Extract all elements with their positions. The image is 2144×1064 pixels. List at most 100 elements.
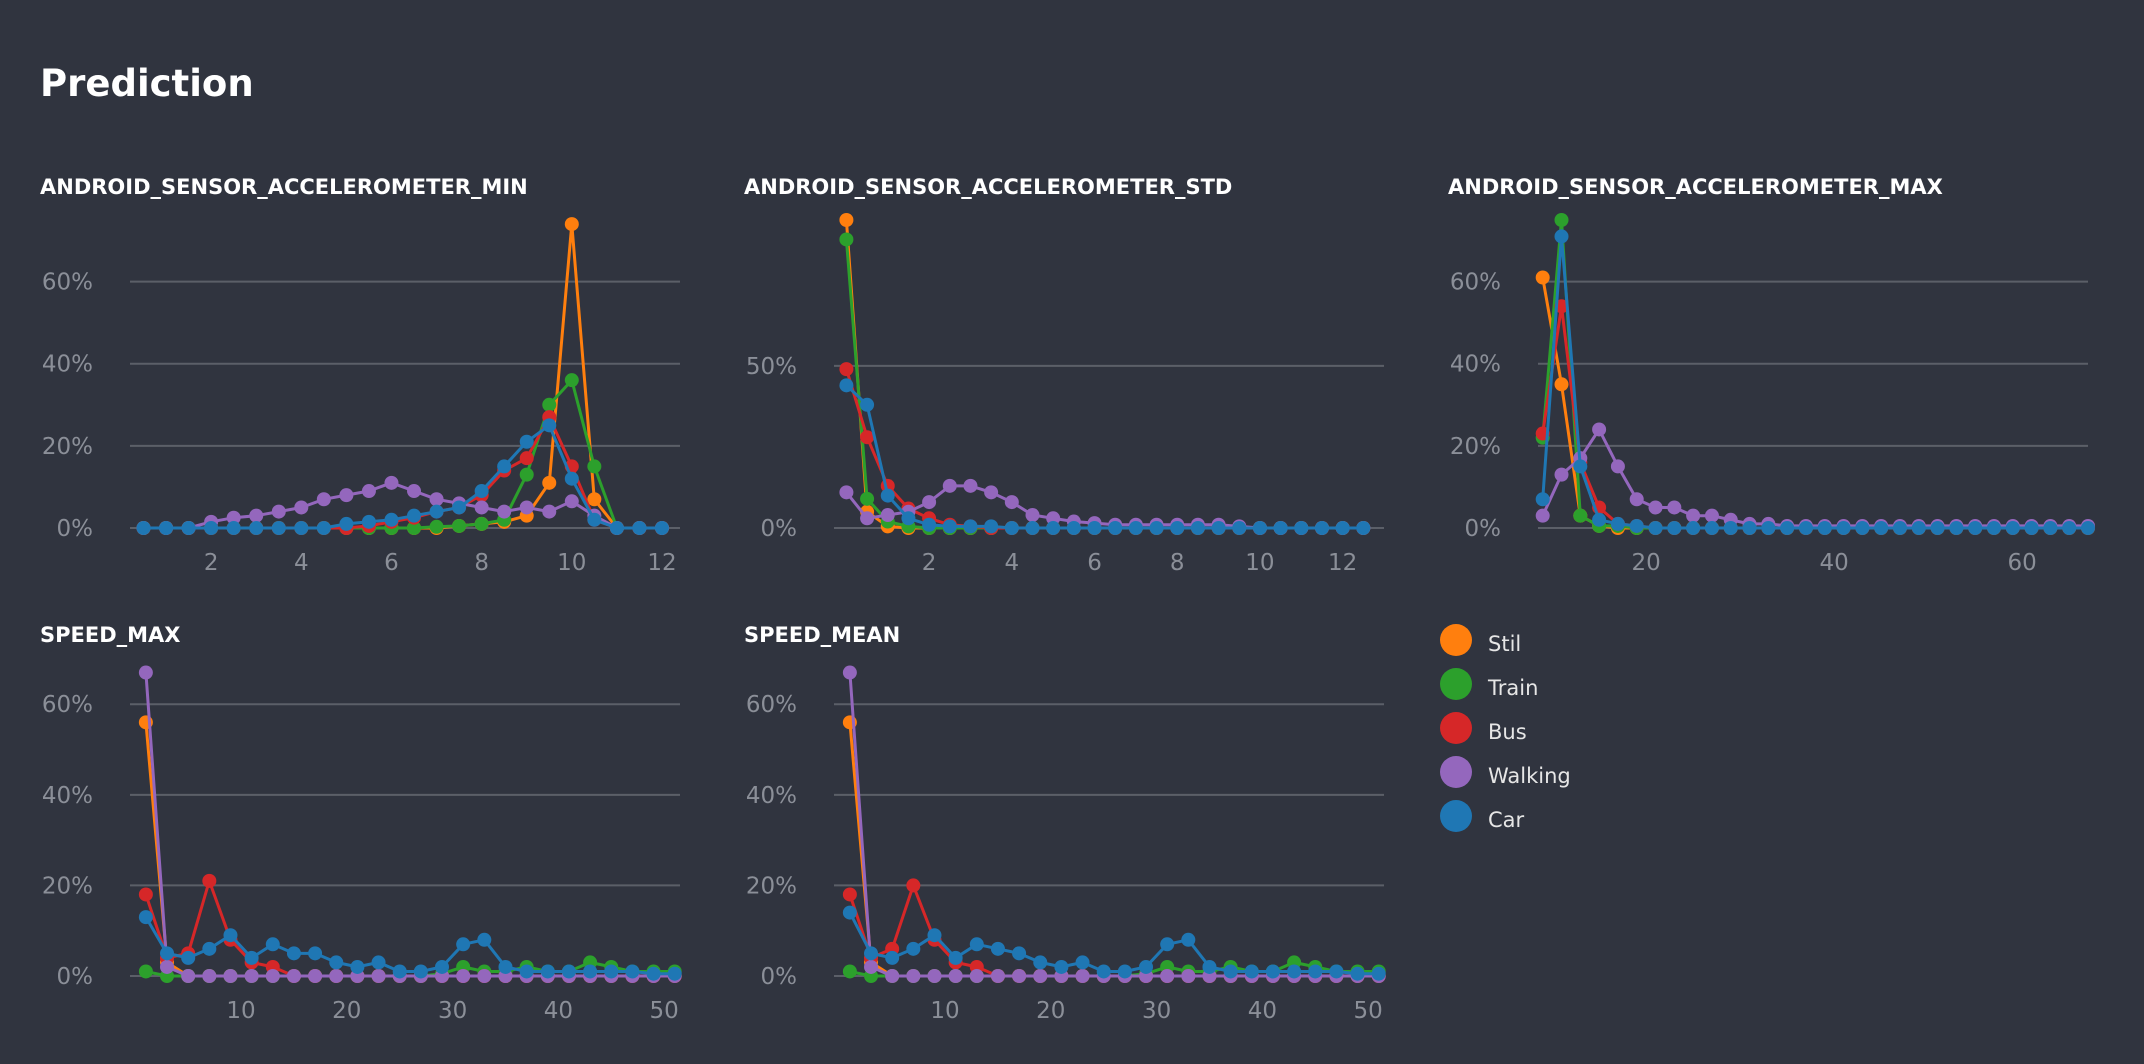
data-point: [1054, 959, 1069, 974]
data-point: [435, 959, 450, 974]
data-point: [497, 504, 512, 519]
data-point: [1314, 521, 1329, 535]
data-point: [864, 959, 879, 974]
data-point: [1033, 955, 1048, 970]
data-point: [371, 969, 386, 983]
data-point: [159, 521, 174, 535]
y-tick-label: 0%: [1465, 516, 1502, 542]
data-point: [990, 941, 1005, 956]
x-tick-label: 8: [474, 550, 489, 576]
series-bus: [839, 362, 1371, 535]
x-tick-label: 50: [1353, 998, 1382, 1024]
data-point: [1573, 508, 1588, 523]
x-tick-label: 30: [438, 998, 467, 1024]
data-point: [1160, 937, 1175, 952]
data-point: [1667, 500, 1682, 515]
line-chart: 0% 20% 40% 60% 20 40 60: [1450, 213, 2095, 576]
data-point: [842, 964, 857, 979]
series-train: [1535, 213, 2095, 535]
data-point: [880, 488, 895, 503]
x-tick-label: 12: [1328, 550, 1357, 576]
y-tick-label: 0%: [57, 964, 94, 990]
data-point: [1128, 521, 1143, 535]
data-point: [350, 959, 365, 974]
data-point: [1930, 521, 1945, 535]
data-point: [474, 516, 489, 531]
data-point: [1817, 521, 1832, 535]
x-tick-label: 30: [1142, 998, 1171, 1024]
data-point: [1075, 955, 1090, 970]
data-point: [564, 217, 579, 232]
data-point: [519, 434, 534, 449]
series-bus: [842, 878, 1386, 983]
chart-panel-accelerometer-std: ANDROID_SENSOR_ACCELEROMETER_STD 0% 50% 2 4…: [744, 175, 1449, 615]
data-point: [384, 512, 399, 527]
data-point: [519, 451, 534, 466]
data-point: [1573, 459, 1588, 474]
series-line: [1541, 277, 2088, 530]
legend-swatch: [1440, 712, 1472, 744]
data-point: [646, 966, 661, 981]
data-point: [1371, 966, 1386, 981]
data-point: [1761, 521, 1776, 535]
data-point: [223, 928, 238, 943]
x-tick-label: 60: [2008, 550, 2037, 576]
chart-panel-speed-mean: SPEED_MEAN 0% 20% 40% 60% 10 20 30 40 50: [744, 623, 1449, 1063]
x-tick-label: 2: [922, 550, 937, 576]
data-point: [604, 964, 619, 979]
data-point: [1648, 521, 1663, 535]
data-point: [1244, 964, 1259, 979]
data-point: [969, 969, 984, 983]
data-point: [407, 484, 422, 499]
data-point: [906, 969, 921, 983]
series-stil: [839, 213, 1371, 535]
data-point: [361, 484, 376, 499]
data-point: [361, 514, 376, 529]
data-point: [1287, 964, 1302, 979]
y-tick-label: 0%: [761, 964, 798, 990]
series-bus: [1535, 299, 2095, 535]
data-point: [901, 511, 916, 526]
data-point: [1554, 229, 1569, 244]
x-tick-label: 10: [930, 998, 959, 1024]
y-tick-label: 20%: [746, 873, 797, 899]
data-point: [625, 964, 640, 979]
data-point: [456, 937, 471, 952]
y-tick-label: 60%: [1450, 270, 1501, 296]
legend-swatch: [1440, 756, 1472, 788]
data-point: [1592, 422, 1607, 437]
data-point: [1139, 959, 1154, 974]
series-line: [1541, 234, 2088, 530]
legend-label: Train: [1488, 676, 1539, 700]
data-point: [1004, 521, 1019, 535]
data-point: [1704, 521, 1719, 535]
data-point: [1798, 521, 1813, 535]
x-tick-label: 20: [1631, 550, 1660, 576]
data-point: [1986, 521, 2001, 535]
data-point: [413, 964, 428, 979]
data-point: [1025, 508, 1040, 523]
data-point: [860, 397, 875, 412]
data-point: [984, 485, 999, 500]
data-point: [286, 946, 301, 961]
data-point: [948, 969, 963, 983]
data-point: [587, 492, 602, 507]
data-point: [542, 475, 557, 490]
data-point: [316, 492, 331, 507]
data-point: [583, 964, 598, 979]
page-title: Prediction: [40, 62, 254, 105]
data-point: [181, 950, 196, 965]
data-point: [138, 910, 153, 925]
data-point: [1160, 969, 1175, 983]
data-point: [371, 955, 386, 970]
data-point: [1723, 521, 1738, 535]
line-chart: 0% 50% 2 4 6 8 10 12: [746, 213, 1384, 576]
data-point: [136, 521, 151, 535]
x-tick-label: 20: [332, 998, 361, 1024]
data-point: [922, 495, 937, 510]
data-point: [202, 873, 217, 888]
x-tick-label: 4: [1004, 550, 1019, 576]
data-point: [587, 459, 602, 474]
data-point: [1273, 521, 1288, 535]
data-point: [2081, 521, 2095, 535]
